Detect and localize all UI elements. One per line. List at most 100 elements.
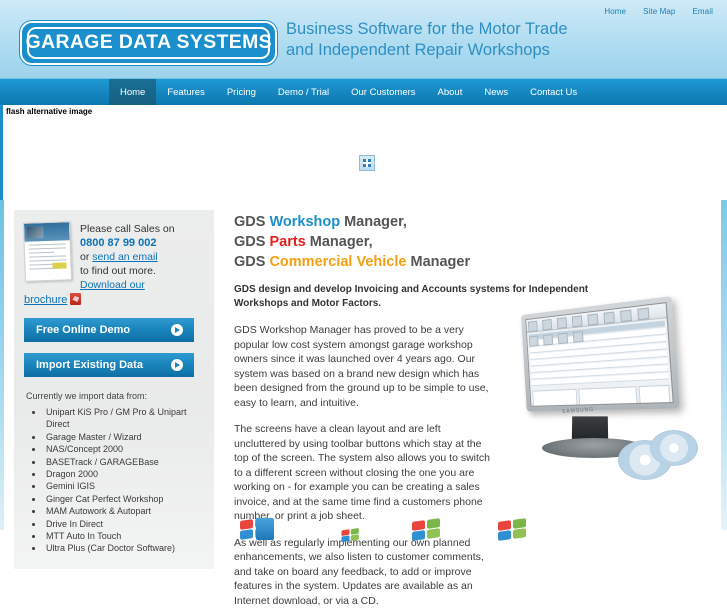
list-item: BASETrack / GARAGEBase <box>44 456 204 468</box>
site-logo[interactable]: GARAGE DATA SYSTEMS <box>20 21 277 65</box>
logo-text: GARAGE DATA SYSTEMS <box>25 32 271 54</box>
compatibility-badges <box>240 516 560 545</box>
arrow-right-icon <box>171 359 183 371</box>
broken-image-glyph <box>363 159 371 167</box>
arrow-right-icon <box>171 324 183 336</box>
windows-logo-yellow <box>513 528 526 539</box>
cd-disc <box>650 430 698 466</box>
heading-suffix: Manager, <box>306 234 373 250</box>
windows-logo-blue <box>341 535 349 542</box>
nav-item-about[interactable]: About <box>427 79 474 105</box>
utility-nav-site-map[interactable]: Site Map <box>643 7 675 16</box>
list-item: Dragon 2000 <box>44 468 204 480</box>
logo-inner-border: GARAGE DATA SYSTEMS <box>27 27 270 59</box>
nav-item-our-customers[interactable]: Our Customers <box>340 79 426 105</box>
import-existing-data-label: Import Existing Data <box>36 359 143 371</box>
import-list-title: Currently we import data from: <box>26 391 204 401</box>
flash-alternative-text: flash alternative image <box>6 107 92 116</box>
find-out-more-text: to find out more. <box>80 264 175 278</box>
nav-item-contact-us[interactable]: Contact Us <box>519 79 588 105</box>
nav-item-pricing[interactable]: Pricing <box>216 79 267 105</box>
windows-logo-badge-small <box>341 529 362 544</box>
monitor-brand-label: SAMSUNG <box>562 407 595 415</box>
cd-hole <box>670 445 677 452</box>
monitor-screenshot-image: SAMSUNG <box>506 300 702 490</box>
nav-item-news[interactable]: News <box>473 79 519 105</box>
brochure-download-line: brochure <box>24 293 204 307</box>
toolbar-button <box>573 331 584 343</box>
utility-nav-home[interactable]: Home <box>604 7 626 16</box>
body-paragraph-3: As well as regularly implementing our ow… <box>234 536 492 608</box>
brochure-thumb-line <box>29 259 66 262</box>
brochure-thumb-line <box>29 255 66 258</box>
windows-logo-blue <box>240 529 253 540</box>
list-item: NAS/Concept 2000 <box>44 443 204 455</box>
windows-software-box-badge <box>240 518 274 542</box>
heading-keyword-workshop: Workshop <box>269 214 340 230</box>
site-header: Home Site Map Email GARAGE DATA SYSTEMS … <box>0 0 727 78</box>
left-gradient-rail <box>0 200 4 530</box>
body-paragraph-1: GDS Workshop Manager has proved to be a … <box>234 323 492 410</box>
free-online-demo-label: Free Online Demo <box>36 324 130 336</box>
brochure-thumb-line <box>29 247 66 250</box>
list-item: Ginger Cat Perfect Workshop <box>44 493 204 505</box>
toolbar-button <box>543 334 553 345</box>
windows-logo-blue <box>498 530 511 541</box>
nav-item-home[interactable]: Home <box>109 79 156 105</box>
list-item: MTT Auto In Touch <box>44 530 204 542</box>
pdf-icon <box>70 293 81 305</box>
brochure-thumb-line <box>29 243 66 246</box>
windows-logo-icon <box>498 519 528 539</box>
heading-prefix: GDS <box>234 214 269 230</box>
brochure-thumb-accent <box>52 262 66 268</box>
heading-line-commercial-vehicle: GDS Commercial Vehicle Manager <box>234 252 700 272</box>
list-item: Garage Master / Wizard <box>44 431 204 443</box>
heading-line-workshop: GDS Workshop Manager, <box>234 212 700 232</box>
software-box-icon <box>256 518 274 540</box>
cd-hole <box>641 456 649 464</box>
toolbar-button <box>557 317 567 329</box>
windows-logo-yellow <box>427 528 440 539</box>
flash-banner-area: flash alternative image <box>0 105 727 200</box>
send-an-email-link[interactable]: send an email <box>92 251 157 263</box>
list-item: MAM Autowork & Autopart <box>44 505 204 517</box>
heading-keyword-parts: Parts <box>269 234 305 250</box>
list-item: Unipart KiS Pro / GM Pro & Unipart Direc… <box>44 406 204 431</box>
sales-phone-number: 0800 87 99 002 <box>80 236 175 250</box>
toolbar-button <box>588 313 599 325</box>
list-item: Ultra Plus (Car Doctor Software) <box>44 542 204 554</box>
contact-text: Please call Sales on 0800 87 99 002 or s… <box>80 222 175 292</box>
heading-prefix: GDS <box>234 234 269 250</box>
contact-block: Please call Sales on 0800 87 99 002 or s… <box>24 222 204 292</box>
brochure-thumb-line <box>29 251 54 253</box>
brochure-thumb-line <box>29 263 54 265</box>
footer-panel <box>578 386 638 407</box>
brochure-thumb-header <box>24 222 70 242</box>
tagline-line-1: Business Software for the Motor Trade <box>286 19 568 40</box>
list-item: Gemini IGIS <box>44 480 204 492</box>
download-our-link[interactable]: Download our <box>80 279 145 291</box>
content-area: Please call Sales on 0800 87 99 002 or s… <box>0 200 727 608</box>
list-item: Drive In Direct <box>44 518 204 530</box>
page-title: GDS Workshop Manager, GDS Parts Manager,… <box>234 212 700 272</box>
free-online-demo-button[interactable]: Free Online Demo <box>24 318 194 342</box>
heading-line-parts: GDS Parts Manager, <box>234 232 700 252</box>
broken-image-icon <box>359 155 375 171</box>
site-tagline: Business Software for the Motor Trade an… <box>286 19 568 61</box>
brochure-thumb-photo <box>27 226 43 239</box>
toolbar-button <box>542 319 552 330</box>
utility-nav-email[interactable]: Email <box>692 7 713 16</box>
nav-item-demo-trial[interactable]: Demo / Trial <box>267 79 340 105</box>
brochure-link[interactable]: brochure <box>24 294 67 306</box>
toolbar-button <box>558 333 568 345</box>
heading-suffix: Manager <box>406 254 470 270</box>
import-existing-data-button[interactable]: Import Existing Data <box>24 353 194 377</box>
brochure-thumbnail-image[interactable] <box>23 221 72 282</box>
download-our-line: Download our <box>80 278 175 292</box>
body-paragraph-2: The screens have a clean layout and are … <box>234 422 492 524</box>
footer-panel <box>638 385 671 407</box>
nav-item-features[interactable]: Features <box>156 79 216 105</box>
right-gradient-rail <box>721 200 727 530</box>
windows-logo-blue <box>412 530 425 541</box>
windows-logo-yellow <box>351 534 359 541</box>
